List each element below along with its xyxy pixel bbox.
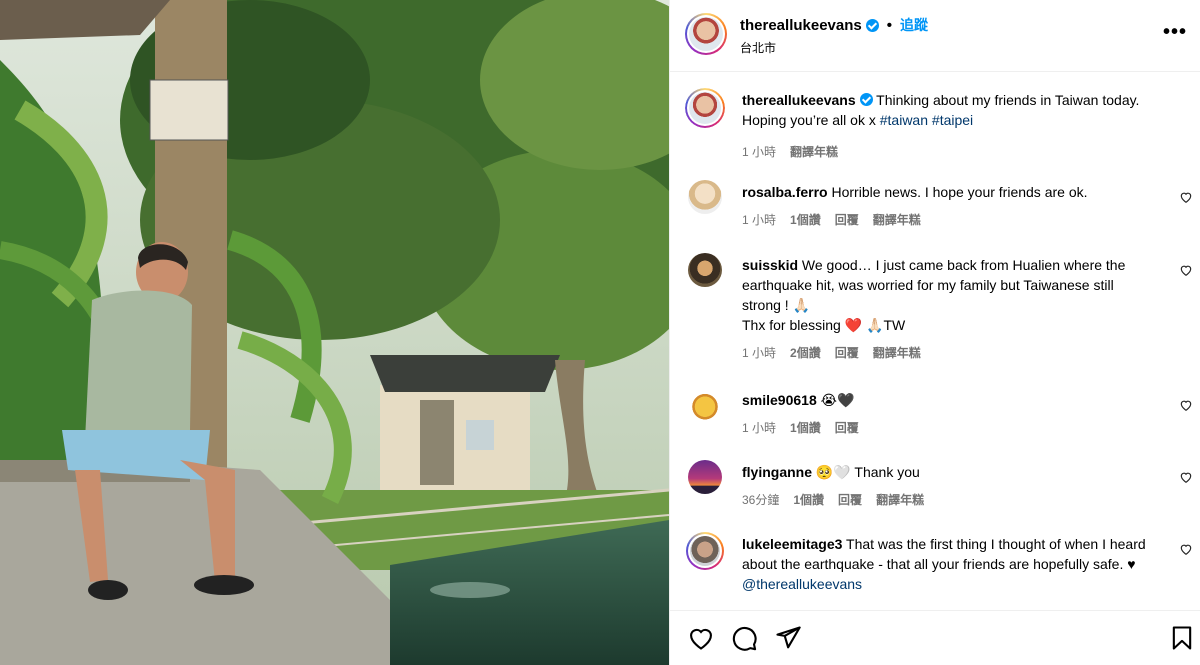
heart-icon[interactable] [1179,190,1193,204]
heart-icon[interactable] [1179,398,1193,412]
comment-avatar[interactable] [686,532,724,570]
comment-avatar[interactable] [688,388,722,422]
comment-meta: 1 小時 2個讚 回覆 翻譯年糕 [742,343,1152,363]
reply-button[interactable]: 回覆 [835,343,859,363]
caption-avatar[interactable] [685,88,725,128]
comment-username[interactable]: suisskid [742,257,798,273]
comments-list[interactable]: thereallukeevans Thinking about my frien… [670,73,1200,610]
reply-button[interactable]: 回覆 [835,210,859,230]
translate-button[interactable]: 翻譯年糕 [876,490,924,510]
comment-mention[interactable]: @thereallukeevans [742,574,1152,594]
comment-body: rosalba.ferro Horrible news. I hope your… [742,182,1152,230]
author-line: thereallukeevans • 追蹤 [740,15,928,35]
comment-likes[interactable]: 2個讚 [790,343,821,363]
caption-body: thereallukeevans Thinking about my frien… [742,90,1152,162]
translate-button[interactable]: 翻譯年糕 [873,210,921,230]
comment-avatar[interactable] [688,460,722,494]
heart-icon[interactable] [1179,470,1193,484]
translate-button[interactable]: 翻譯年糕 [873,343,921,363]
heart-icon[interactable] [687,624,715,652]
comment-likes[interactable]: 1個讚 [790,210,821,230]
comment-meta: 1 小時 1個讚 回覆 翻譯年糕 [742,210,1152,230]
more-options-icon[interactable]: ••• [1163,22,1187,42]
comment-body: smile90618 😭🖤 1 小時 1個讚 回覆 [742,390,1152,438]
post-photo [0,0,669,665]
reply-button[interactable]: 回覆 [835,418,859,438]
comment-username[interactable]: rosalba.ferro [742,184,828,200]
comment-likes[interactable]: 1個讚 [793,490,824,510]
comment-text: We good… I just came back from Hualien w… [742,257,1126,313]
heart-icon[interactable] [1179,263,1193,277]
comment-username[interactable]: flyinganne [742,464,812,480]
comment-avatar[interactable] [688,180,722,214]
comment-text-second-line: Thx for blessing ❤️ 🙏🏻TW [742,317,906,333]
comment-body: flyinganne 🥺🤍 Thank you 36分鐘 1個讚 回覆 翻譯年糕 [742,462,1152,510]
comment-text: Horrible news. I hope your friends are o… [831,184,1088,200]
comment-username[interactable]: lukeleemitage3 [742,536,842,552]
post-side-panel: thereallukeevans • 追蹤 台北市 ••• therealluk… [669,0,1200,665]
caption-username[interactable]: thereallukeevans [742,92,856,108]
comment-meta: 36分鐘 1個讚 回覆 翻譯年糕 [742,490,1152,510]
hashtag-taipei[interactable]: #taipei [932,112,973,128]
comment-time[interactable]: 1 小時 [742,210,776,230]
comment-time[interactable]: 36分鐘 [742,490,779,510]
comment-bubble-icon[interactable] [730,624,758,652]
follow-button[interactable]: 追蹤 [900,15,928,35]
heart-icon[interactable] [1179,542,1193,556]
hashtag-taiwan[interactable]: #taiwan [880,112,928,128]
comment-username[interactable]: smile90618 [742,392,817,408]
comment-text: 😭🖤 [820,392,855,408]
caption-time[interactable]: 1 小時 [742,142,776,162]
comment-time[interactable]: 1 小時 [742,343,776,363]
author-username[interactable]: thereallukeevans [740,17,862,34]
reply-button[interactable]: 回覆 [838,490,862,510]
caption-meta: 1 小時 翻譯年糕 [742,142,1152,162]
post-action-bar [670,610,1200,665]
comment-body: suisskid We good… I just came back from … [742,255,1152,363]
comment-avatar[interactable] [688,253,722,287]
comment-meta: 1 小時 1個讚 回覆 [742,418,1152,438]
comment-body: lukeleemitage3 That was the first thing … [742,534,1152,594]
comment-likes[interactable]: 1個讚 [790,418,821,438]
comment-time[interactable]: 1 小時 [742,418,776,438]
comment-text: 🥺🤍 Thank you [815,464,920,480]
translate-button[interactable]: 翻譯年糕 [790,142,838,162]
post-header: thereallukeevans • 追蹤 台北市 ••• [670,0,1200,72]
location-link[interactable]: 台北市 [740,39,776,56]
author-avatar[interactable] [685,13,727,55]
verified-badge-icon [859,93,873,106]
paper-plane-icon[interactable] [774,624,802,652]
separator-dot: • [886,16,893,34]
bookmark-icon[interactable] [1168,624,1196,652]
photo-illustration [0,0,669,665]
verified-badge-icon [865,18,879,32]
